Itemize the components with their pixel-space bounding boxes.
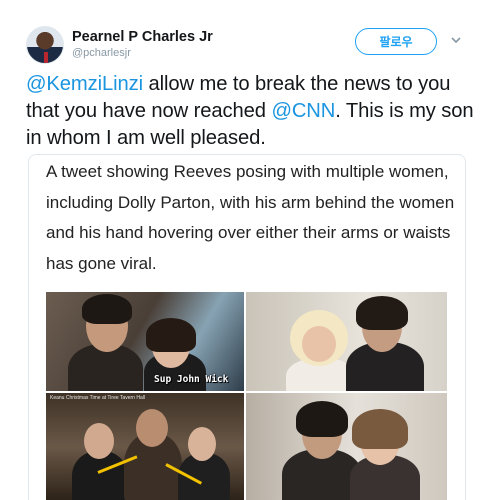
photo-3-overlay-title: Keanu Christmas Time at Tiree Tavern Hal… [50, 395, 145, 401]
mention-kemzilinzi[interactable]: @KemziLinzi [26, 73, 143, 95]
photo-1-overlay-text: Sup John Wick [154, 374, 229, 385]
photo-2[interactable]: i [246, 292, 447, 391]
photo-1-hair-man [82, 294, 132, 324]
card-caption: A tweet showing Reeves posing with multi… [46, 162, 455, 273]
author-name[interactable]: Pearnel P Charles Jr [72, 29, 213, 45]
photo-3-head-middle [136, 409, 168, 447]
photo-2-hair-man [356, 296, 408, 330]
photo-4-hair-woman [352, 409, 408, 449]
author-handle[interactable]: @pcharlesjr [72, 47, 131, 59]
photo-2-face-woman [302, 326, 336, 362]
photo-1[interactable]: Sup John Wick [46, 292, 244, 391]
embedded-card[interactable]: A tweet showing Reeves posing with multi… [28, 154, 466, 500]
author-avatar[interactable] [26, 26, 64, 64]
mention-cnn[interactable]: @CNN [271, 100, 335, 122]
photo-1-hair-woman [146, 318, 196, 352]
photo-4[interactable] [246, 393, 447, 500]
photo-3[interactable]: Keanu Christmas Time at Tiree Tavern Hal… [46, 393, 244, 500]
avatar-tie [44, 52, 48, 63]
photo-3-head-right [188, 427, 216, 461]
tweet-text: @KemziLinzi allow me to break the news t… [26, 71, 476, 152]
photo-3-head-left [84, 423, 114, 459]
chevron-down-icon[interactable] [449, 34, 463, 48]
photo-4-hair-man [296, 401, 348, 437]
follow-button[interactable]: 팔로우 [355, 28, 437, 55]
photo-gallery: Sup John Wick i Keanu Christmas Time at … [46, 292, 447, 500]
